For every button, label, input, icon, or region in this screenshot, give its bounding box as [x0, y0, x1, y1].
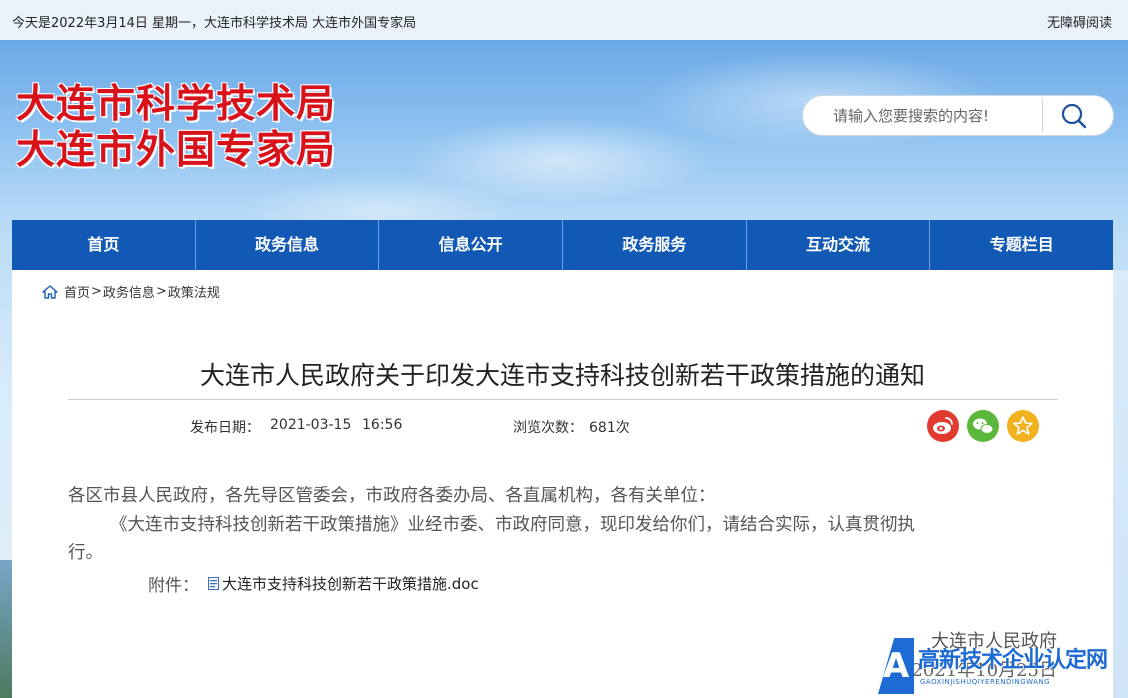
breadcrumb: 首页 > 政务信息 > 政策法规 [42, 282, 220, 301]
attachment-filename: 大连市支持科技创新若干政策措施.doc [222, 575, 479, 593]
breadcrumb-policies[interactable]: 政策法规 [168, 282, 220, 301]
favorite-button[interactable] [1007, 410, 1039, 442]
nav-item-government-info[interactable]: 政务信息 [196, 220, 380, 270]
publish-date: 2021-03-15 [270, 417, 352, 433]
watermark-subtitle: GAOXINJISHUQIYERENDINGWANG [920, 678, 1051, 686]
search-icon [1061, 103, 1087, 129]
top-bar: 今天是2022年3月14日 星期一，大连市科学技术局 大连市外国专家局 无障碍阅… [0, 0, 1128, 40]
body-paragraph-line2: 行。 [68, 543, 103, 563]
watermark-title: 高新技术企业认定网 [918, 648, 1108, 673]
publish-time: 16:56 [362, 417, 403, 433]
home-icon [42, 284, 58, 299]
nav-item-interaction[interactable]: 互动交流 [747, 220, 931, 270]
wechat-icon [973, 418, 994, 434]
document-icon [208, 577, 219, 590]
breadcrumb-home[interactable]: 首页 [64, 282, 90, 301]
publish-label: 发布日期： [190, 420, 260, 436]
title-divider [68, 399, 1058, 400]
main-nav: 首页 政务信息 信息公开 政务服务 互动交流 专题栏目 [12, 220, 1113, 270]
watermark-logo: A [878, 638, 914, 694]
favorite-icon [1013, 416, 1033, 435]
nav-item-info-disclosure[interactable]: 信息公开 [379, 220, 564, 270]
logo-line-1: 大连市科学技术局 [16, 82, 337, 127]
breadcrumb-separator: > [91, 284, 102, 299]
search-input[interactable] [831, 105, 1035, 127]
breadcrumb-government-info[interactable]: 政务信息 [103, 282, 155, 301]
nav-item-home[interactable]: 首页 [12, 220, 196, 270]
logo-line-2: 大连市外国专家局 [16, 128, 337, 173]
views-label: 浏览次数： [513, 420, 583, 436]
views-count: 681次 [589, 420, 630, 436]
nav-item-special-topics[interactable]: 专题栏目 [930, 220, 1113, 270]
attachment-link[interactable]: 大连市支持科技创新若干政策措施.doc [208, 573, 479, 594]
salutation-paragraph: 各区市县人民政府，各先导区管委会，市政府各委办局、各直属机构，各有关单位： [68, 486, 716, 506]
share-weibo-button[interactable] [927, 410, 959, 442]
date-text: 今天是2022年3月14日 星期一，大连市科学技术局 大连市外国专家局 [12, 16, 417, 31]
search-divider [1042, 98, 1043, 133]
accessibility-link[interactable]: 无障碍阅读 [1047, 12, 1112, 31]
search-button[interactable] [1053, 101, 1093, 131]
attachment-label: 附件： [148, 576, 199, 596]
site-logo[interactable]: 大连市科学技术局 大连市外国专家局 [16, 82, 336, 174]
breadcrumb-separator: > [155, 284, 167, 299]
right-background [1113, 270, 1128, 698]
body-paragraph-line1: 《大连市支持科技创新若干政策措施》业经市委、市政府同意，现印发给你们，请结合实际… [110, 515, 915, 535]
weibo-icon [933, 417, 953, 434]
nav-item-government-services[interactable]: 政务服务 [563, 220, 747, 270]
watermark: A 高新技术企业认定网 GAOXINJISHUQIYERENDINGWANG [878, 636, 1128, 698]
search-box [803, 96, 1113, 135]
article-title: 大连市人民政府关于印发大连市支持科技创新若干政策措施的通知 [199, 361, 925, 390]
content-panel: 首页 > 政务信息 > 政策法规 大连市人民政府关于印发大连市支持科技创新若干政… [12, 270, 1113, 698]
share-wechat-button[interactable] [967, 410, 999, 442]
left-background-scenery [0, 560, 12, 698]
